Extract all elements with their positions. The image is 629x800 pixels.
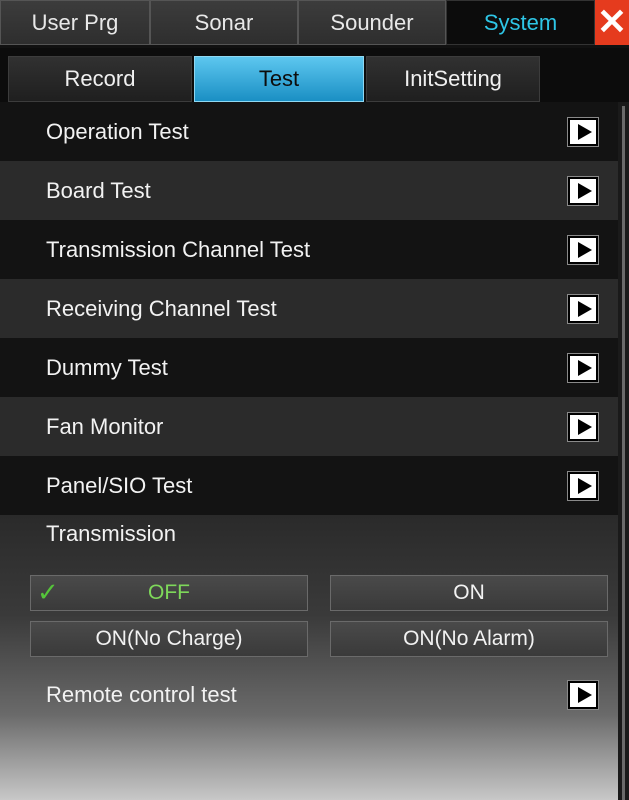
menu-item-panel-sio-test[interactable]: Panel/SIO Test bbox=[0, 456, 618, 515]
menu-item-fan-monitor[interactable]: Fan Monitor bbox=[0, 397, 618, 456]
test-panel: Operation Test Board Test Transmission C… bbox=[0, 102, 629, 800]
transmission-section: Transmission ✓ OFF ON ON(No Charge) ON(N… bbox=[0, 515, 618, 800]
play-icon[interactable] bbox=[567, 235, 599, 265]
play-icon[interactable] bbox=[567, 471, 599, 501]
menu-item-label: Receiving Channel Test bbox=[46, 296, 277, 321]
subtab-initsetting[interactable]: InitSetting bbox=[366, 56, 540, 102]
menu-item-remote-control-test[interactable]: Remote control test bbox=[0, 665, 618, 724]
menu-item-board-test[interactable]: Board Test bbox=[0, 161, 618, 220]
transmission-on-button[interactable]: ON bbox=[330, 575, 608, 611]
menu-item-label: Operation Test bbox=[46, 119, 189, 144]
transmission-label: Transmission bbox=[46, 521, 176, 546]
tab-user-prg[interactable]: User Prg bbox=[0, 0, 150, 45]
top-tab-bar: User Prg Sonar Sounder System ✕ bbox=[0, 0, 629, 48]
menu-item-receiving-channel-test[interactable]: Receiving Channel Test bbox=[0, 279, 618, 338]
menu-item-label: Fan Monitor bbox=[46, 414, 164, 439]
menu-item-dummy-test[interactable]: Dummy Test bbox=[0, 338, 618, 397]
menu-item-label: Panel/SIO Test bbox=[46, 473, 193, 498]
transmission-on-no-charge-button[interactable]: ON(No Charge) bbox=[30, 621, 308, 657]
menu-item-operation-test[interactable]: Operation Test bbox=[0, 102, 618, 161]
option-label: OFF bbox=[148, 581, 190, 604]
sub-tab-bar: Record Test InitSetting bbox=[0, 48, 629, 102]
transmission-on-no-alarm-button[interactable]: ON(No Alarm) bbox=[330, 621, 608, 657]
play-icon[interactable] bbox=[567, 680, 599, 710]
menu-item-label: Remote control test bbox=[46, 682, 237, 707]
play-icon[interactable] bbox=[567, 353, 599, 383]
checkmark-icon: ✓ bbox=[37, 577, 59, 607]
menu-item-label: Board Test bbox=[46, 178, 151, 203]
play-icon[interactable] bbox=[567, 176, 599, 206]
play-icon[interactable] bbox=[567, 294, 599, 324]
tab-sonar[interactable]: Sonar bbox=[150, 0, 298, 45]
menu-item-label: Transmission Channel Test bbox=[46, 237, 311, 262]
close-icon: ✕ bbox=[596, 1, 628, 42]
tab-sounder[interactable]: Sounder bbox=[298, 0, 446, 45]
close-button[interactable]: ✕ bbox=[595, 0, 629, 45]
subtab-record[interactable]: Record bbox=[8, 56, 192, 102]
play-icon[interactable] bbox=[567, 117, 599, 147]
test-menu: Operation Test Board Test Transmission C… bbox=[0, 102, 618, 515]
scrollbar[interactable] bbox=[622, 106, 625, 800]
menu-item-label: Dummy Test bbox=[46, 355, 168, 380]
tab-system[interactable]: System bbox=[446, 0, 595, 45]
play-icon[interactable] bbox=[567, 412, 599, 442]
menu-item-transmission-channel-test[interactable]: Transmission Channel Test bbox=[0, 220, 618, 279]
subtab-test[interactable]: Test bbox=[194, 56, 364, 102]
transmission-off-button[interactable]: ✓ OFF bbox=[30, 575, 308, 611]
